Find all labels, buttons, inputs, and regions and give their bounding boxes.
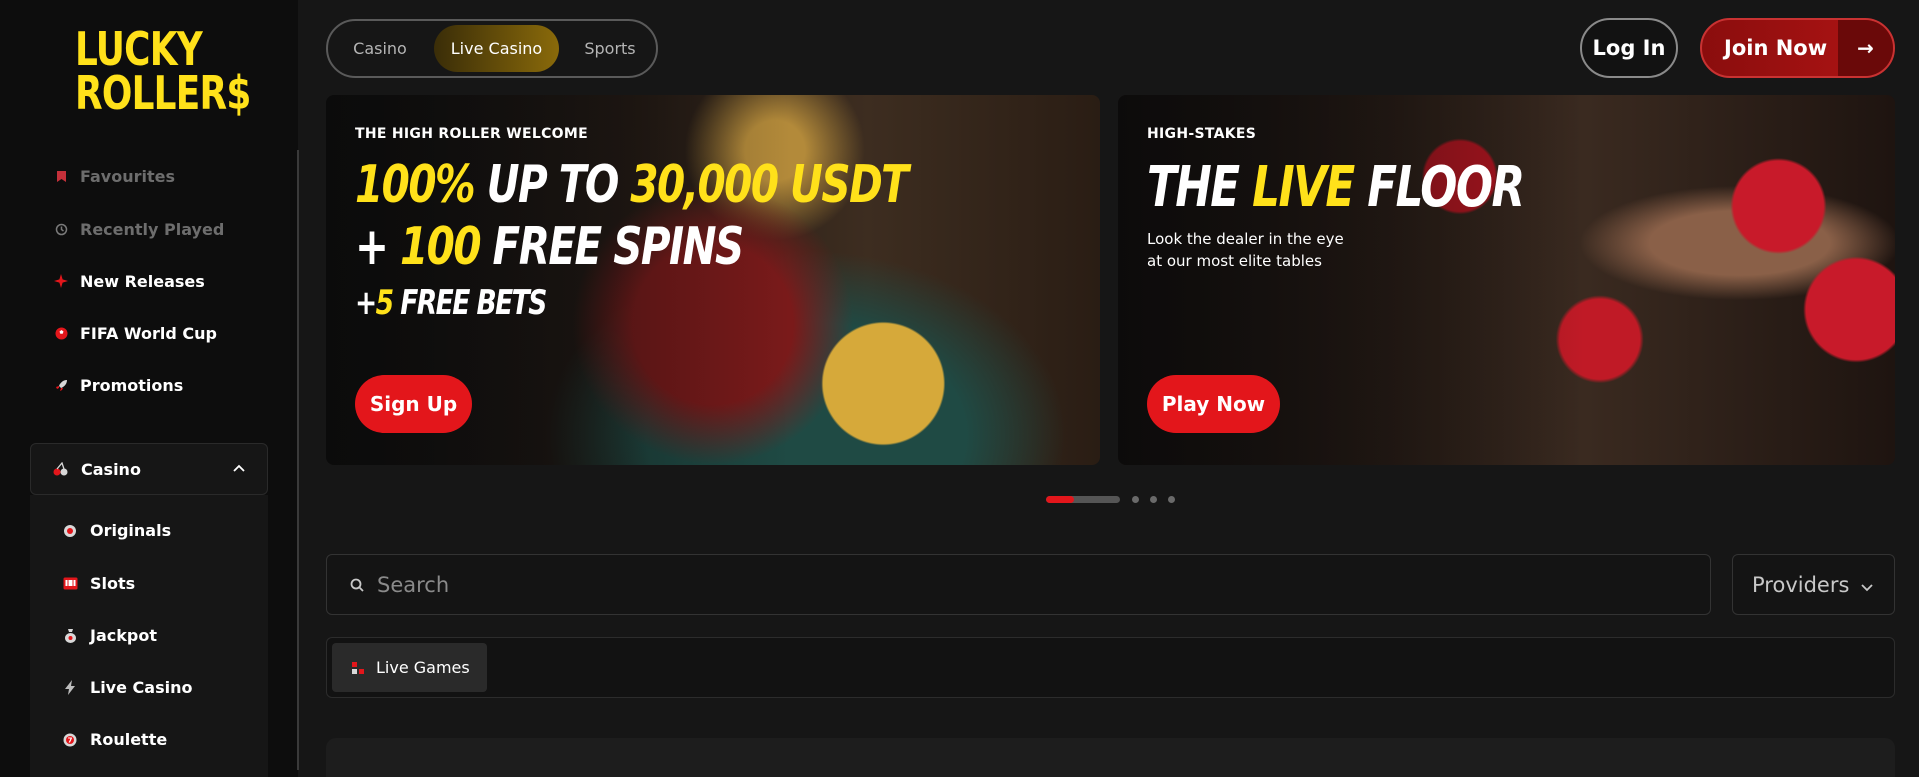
banner-subtitle-line: at our most elite tables	[1147, 252, 1322, 270]
login-button[interactable]: Log In	[1580, 18, 1678, 78]
lightning-icon	[62, 680, 78, 696]
sidebar-scrollbar[interactable]	[297, 150, 299, 770]
sidebar-item-favourites[interactable]: Favourites	[54, 164, 175, 188]
banner-headline: THE LIVE FLOOR	[1147, 155, 1525, 220]
providers-dropdown[interactable]: Providers	[1732, 554, 1895, 615]
sidebar-casino-toggle[interactable]: Casino	[30, 443, 268, 495]
headline-highlight: 5	[375, 283, 394, 323]
providers-label: Providers	[1752, 572, 1850, 597]
rocket-icon	[54, 378, 68, 392]
search-icon	[349, 577, 365, 593]
sign-up-button[interactable]: Sign Up	[355, 375, 472, 433]
headline-text: +	[355, 283, 377, 323]
headline-highlight: LIVE	[1252, 155, 1355, 220]
casino-section-label: Casino	[81, 459, 141, 479]
banner-headline-line-3: +5 FREE BETS	[355, 283, 547, 323]
join-now-button[interactable]: Join Now →	[1700, 18, 1895, 78]
sidebar-item-slots[interactable]: Slots	[62, 574, 135, 593]
headline-text: UP TO	[474, 155, 631, 215]
carousel-dot[interactable]	[1150, 496, 1157, 503]
sidebar-item-label: Recently Played	[80, 219, 225, 239]
roulette-icon: 7	[62, 732, 78, 748]
banner-headline-line-2: + 100 FREE SPINS	[355, 217, 745, 277]
category-chip-label: Live Games	[376, 658, 470, 677]
sidebar-item-label: FIFA World Cup	[80, 323, 217, 343]
brand-logo[interactable]: LUCKY ROLLER$	[75, 26, 251, 120]
promo-banner-live-floor[interactable]: HIGH-STAKES THE LIVE FLOOR Look the deal…	[1118, 95, 1895, 465]
carousel-dot[interactable]	[1168, 496, 1175, 503]
slot-machine-icon	[62, 576, 78, 592]
originals-icon	[62, 523, 78, 539]
tab-live-casino[interactable]: Live Casino	[434, 25, 559, 72]
headline-text: THE	[1147, 155, 1253, 220]
sidebar-item-jackpot[interactable]: Jackpot	[62, 626, 157, 645]
sidebar-item-label: Slots	[90, 574, 136, 593]
tab-casino[interactable]: Casino	[334, 25, 426, 72]
sidebar-item-fifa-world-cup[interactable]: FIFA World Cup	[54, 321, 217, 345]
search-input[interactable]	[377, 572, 977, 597]
join-now-label: Join Now	[1724, 36, 1828, 60]
cherries-icon	[53, 462, 69, 476]
sidebar-item-label: Jackpot	[90, 626, 157, 645]
sidebar-item-label: Live Casino	[90, 678, 193, 697]
sidebar-item-new-releases[interactable]: New Releases	[54, 269, 205, 293]
chevron-up-icon	[233, 460, 245, 476]
live-games-icon	[352, 661, 364, 674]
svg-text:7: 7	[68, 736, 73, 744]
banner-subtitle-line: Look the dealer in the eye	[1147, 230, 1344, 248]
bookmark-icon	[54, 169, 68, 183]
history-icon	[54, 222, 68, 236]
sidebar-item-promotions[interactable]: Promotions	[54, 373, 183, 397]
sidebar: LUCKY ROLLER$ Favourites Recently Played…	[0, 0, 298, 777]
headline-text: FLOOR	[1353, 155, 1525, 220]
headline-text: FREE BETS	[392, 283, 547, 323]
soccer-ball-icon	[54, 326, 68, 340]
carousel-progress	[1046, 496, 1075, 503]
arrow-right-icon: →	[1838, 20, 1893, 76]
sidebar-item-recently-played[interactable]: Recently Played	[54, 217, 224, 241]
logo-line-2: ROLLER$	[75, 65, 251, 120]
casino-submenu: Originals Slots Jackpot Live Casino 7 Ro…	[30, 495, 268, 777]
chevron-down-icon	[1861, 573, 1874, 597]
headline-text: FREE SPINS	[479, 217, 745, 277]
money-bag-icon	[62, 628, 78, 644]
carousel-dot-active[interactable]	[1046, 496, 1120, 503]
sparkle-icon	[54, 274, 68, 288]
banner-headline-line-1: 100% UP TO 30,000 USDT	[355, 155, 909, 215]
tab-sports[interactable]: Sports	[568, 25, 652, 72]
category-bar: Live Games	[326, 637, 1895, 698]
headline-highlight: 100%	[355, 155, 476, 215]
sidebar-item-roulette[interactable]: 7 Roulette	[62, 730, 167, 749]
sidebar-item-originals[interactable]: Originals	[62, 521, 171, 540]
sidebar-item-live-casino[interactable]: Live Casino	[62, 678, 192, 697]
headline-text: +	[355, 217, 400, 277]
category-chip-live-games[interactable]: Live Games	[332, 643, 487, 692]
sidebar-item-label: Originals	[90, 521, 172, 540]
sidebar-item-label: Promotions	[80, 375, 184, 395]
game-grid-panel	[326, 738, 1895, 777]
promo-banner-welcome[interactable]: THE HIGH ROLLER WELCOME 100% UP TO 30,00…	[326, 95, 1100, 465]
headline-highlight: 100	[399, 217, 482, 277]
app-root: LUCKY ROLLER$ Favourites Recently Played…	[0, 0, 1919, 777]
sidebar-item-label: New Releases	[80, 271, 205, 291]
banner-eyebrow: THE HIGH ROLLER WELCOME	[355, 126, 588, 142]
banner-subtitle: Look the dealer in the eye at our most e…	[1147, 228, 1344, 272]
sidebar-item-label: Roulette	[90, 730, 168, 749]
sidebar-item-label: Favourites	[80, 166, 175, 186]
play-now-button[interactable]: Play Now	[1147, 375, 1280, 433]
product-tabs: Casino Live Casino Sports	[326, 19, 658, 78]
banner-eyebrow: HIGH-STAKES	[1147, 126, 1257, 142]
carousel-dot[interactable]	[1132, 496, 1139, 503]
game-search	[326, 554, 1711, 615]
headline-highlight: 30,000 USDT	[630, 155, 909, 215]
